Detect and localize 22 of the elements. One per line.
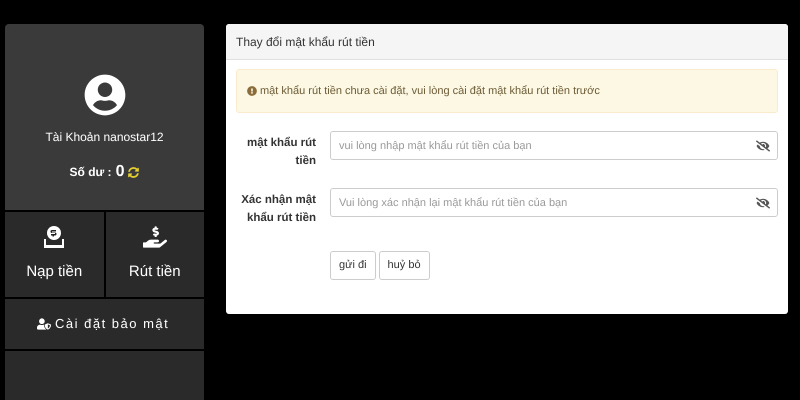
action-button[interactable]: Nạp tiền [5, 212, 104, 297]
user-shield-icon [37, 317, 51, 331]
field-label: Xác nhận mật khẩu rút tiền [240, 193, 316, 226]
refresh-icon[interactable] [128, 166, 140, 178]
input-field[interactable]: Vui lòng xác nhận lại mật khẩu rút tiền của bạn [330, 188, 778, 217]
menu-item[interactable]: Cài đặt bảo mật [5, 299, 204, 349]
hidden-eye-icon[interactable] [756, 139, 770, 153]
hand-dollar-icon [142, 225, 167, 250]
field-label: mật khẩu rút tiền [246, 136, 316, 169]
form-button[interactable]: gửi đi [330, 251, 376, 280]
avatar-icon [84, 74, 126, 116]
input-field[interactable]: vui lòng nhập mật khẩu rút tiền của bạn [330, 131, 778, 160]
exclamation-icon [247, 86, 257, 96]
alert-text: mật khẩu rút tiền chưa cài đặt, vui lòng cài đặt mật khẩu rút tiền trước [260, 84, 600, 99]
balance-label: Số dư : [70, 164, 112, 181]
account-name: Tài Khoản nanostar12 [45, 129, 164, 146]
balance-value: 0 [116, 162, 124, 182]
form-button[interactable]: huỷ bỏ [378, 251, 430, 280]
card-title: Thay đổi mật khẩu rút tiền [236, 34, 375, 50]
hidden-eye-icon[interactable] [756, 196, 770, 210]
action-button[interactable]: Rút tiền [106, 212, 204, 297]
coin-tray-icon [43, 225, 66, 250]
